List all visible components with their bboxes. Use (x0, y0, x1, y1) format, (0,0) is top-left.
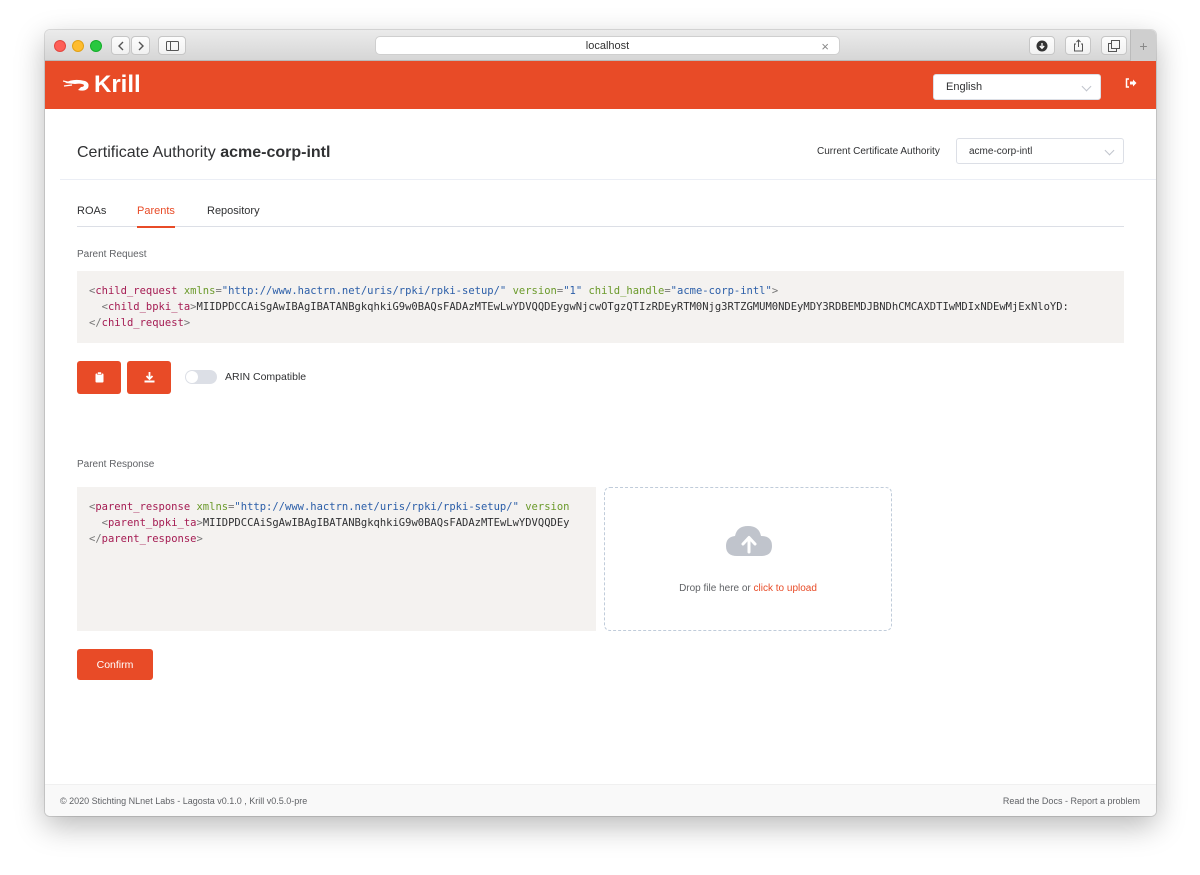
xml-attr: xmlns (196, 501, 229, 513)
back-button[interactable] (111, 36, 130, 55)
maximize-window-button[interactable] (90, 40, 102, 52)
forward-button[interactable] (131, 36, 150, 55)
read-the-docs-link[interactable]: Read the Docs (1003, 796, 1063, 806)
xml-tag: parent_response (101, 533, 197, 545)
toggle-knob (186, 371, 198, 383)
copy-button[interactable] (77, 361, 121, 394)
xml-attr: child_handle (588, 285, 665, 297)
sidebar-icon (165, 40, 179, 51)
arin-compatible-toggle[interactable] (185, 370, 217, 384)
xml-tag: child_request (101, 317, 184, 329)
chevron-down-icon (1081, 81, 1092, 92)
new-tab-button[interactable]: + (1130, 30, 1156, 61)
arin-compatible-label: ARIN Compatible (225, 371, 307, 383)
xml-string: "1" (563, 285, 583, 297)
bpki-value: MIIDPDCCAiSgAwIBAgIBATANBgkqhkiG9w0BAQsF… (202, 517, 570, 529)
tab-bar: ROAs Parents Repository (77, 205, 1124, 228)
xml-string: "http://www.hactrn.net/uris/rpki/rpki-se… (234, 501, 519, 513)
logo-text: Krill (94, 71, 141, 98)
tabs-icon (1108, 39, 1120, 52)
xml-attr: version (525, 501, 570, 513)
minimize-window-button[interactable] (72, 40, 84, 52)
logout-icon[interactable] (1125, 77, 1137, 92)
upload-text: Drop file here or (679, 583, 751, 594)
download-circle-icon (1036, 40, 1048, 51)
divider (60, 179, 1156, 180)
current-ca-value: acme-corp-intl (969, 145, 1033, 157)
xml-tag: parent_bpki_ta (107, 517, 197, 529)
parent-request-code[interactable]: <child_request xmlns="http://www.hactrn.… (77, 271, 1124, 343)
footer-links: Read the Docs - Report a problem (1003, 796, 1140, 806)
xml-attr: version (512, 285, 557, 297)
page-title-ca: acme-corp-intl (220, 144, 331, 161)
tabs-overview-button[interactable] (1101, 36, 1127, 55)
chevron-left-icon (117, 41, 123, 50)
file-upload-dropzone[interactable]: Drop file here or click to upload (604, 487, 892, 631)
footer-copyright: © 2020 Stichting NLnet Labs - Lagosta v0… (60, 796, 308, 806)
current-ca-select[interactable]: acme-corp-intl (956, 138, 1124, 164)
share-button[interactable] (1065, 36, 1091, 55)
xml-tag: child_request (95, 285, 178, 297)
xml-tag: parent_response (95, 501, 191, 513)
parent-response-code[interactable]: <parent_response xmlns="http://www.hactr… (77, 487, 596, 631)
address-bar[interactable]: localhost × (375, 36, 840, 55)
parent-request-label: Parent Request (77, 249, 147, 260)
footer: © 2020 Stichting NLnet Labs - Lagosta v0… (45, 784, 1156, 816)
tab-roas[interactable]: ROAs (77, 205, 106, 227)
download-icon (144, 372, 154, 383)
click-to-upload-link[interactable]: click to upload (754, 583, 817, 594)
browser-toolbar: localhost × + (45, 30, 1156, 61)
xml-tag: child_bpki_ta (107, 301, 191, 313)
xml-string: "acme-corp-intl" (670, 285, 772, 297)
krill-logo[interactable]: Krill (63, 71, 141, 99)
shrimp-logo-icon (63, 79, 89, 91)
browser-window: localhost × + Krill English Certificate … (45, 30, 1156, 816)
xml-attr: xmlns (183, 285, 216, 297)
app-header: Krill English (45, 61, 1156, 109)
language-value: English (946, 81, 983, 93)
language-select[interactable]: English (933, 74, 1101, 100)
share-icon (1073, 39, 1083, 52)
report-problem-link[interactable]: Report a problem (1070, 796, 1140, 806)
current-ca-label: Current Certificate Authority (817, 146, 940, 157)
sidebar-toggle-button[interactable] (158, 36, 186, 55)
close-window-button[interactable] (54, 40, 66, 52)
tab-repository[interactable]: Repository (207, 205, 260, 227)
bpki-value: MIIDPDCCAiSgAwIBAgIBATANBgkqhkiG9w0BAQsF… (196, 301, 1069, 313)
clipboard-icon (95, 372, 103, 383)
address-text: localhost (585, 39, 630, 52)
download-button[interactable] (127, 361, 171, 394)
stop-icon[interactable]: × (821, 39, 829, 54)
upload-instructions: Drop file here or click to upload (605, 583, 891, 594)
confirm-button[interactable]: Confirm (77, 649, 153, 680)
cloud-upload-icon (726, 526, 772, 556)
page-title-prefix: Certificate Authority (77, 144, 216, 161)
xml-string: "http://www.hactrn.net/uris/rpki/rpki-se… (221, 285, 507, 297)
chevron-right-icon (138, 41, 144, 50)
chevron-down-icon (1104, 145, 1115, 156)
parent-response-label: Parent Response (77, 459, 155, 470)
page-title: Certificate Authority acme-corp-intl (77, 144, 330, 162)
tab-parents[interactable]: Parents (137, 205, 175, 228)
downloads-button[interactable] (1029, 36, 1055, 55)
